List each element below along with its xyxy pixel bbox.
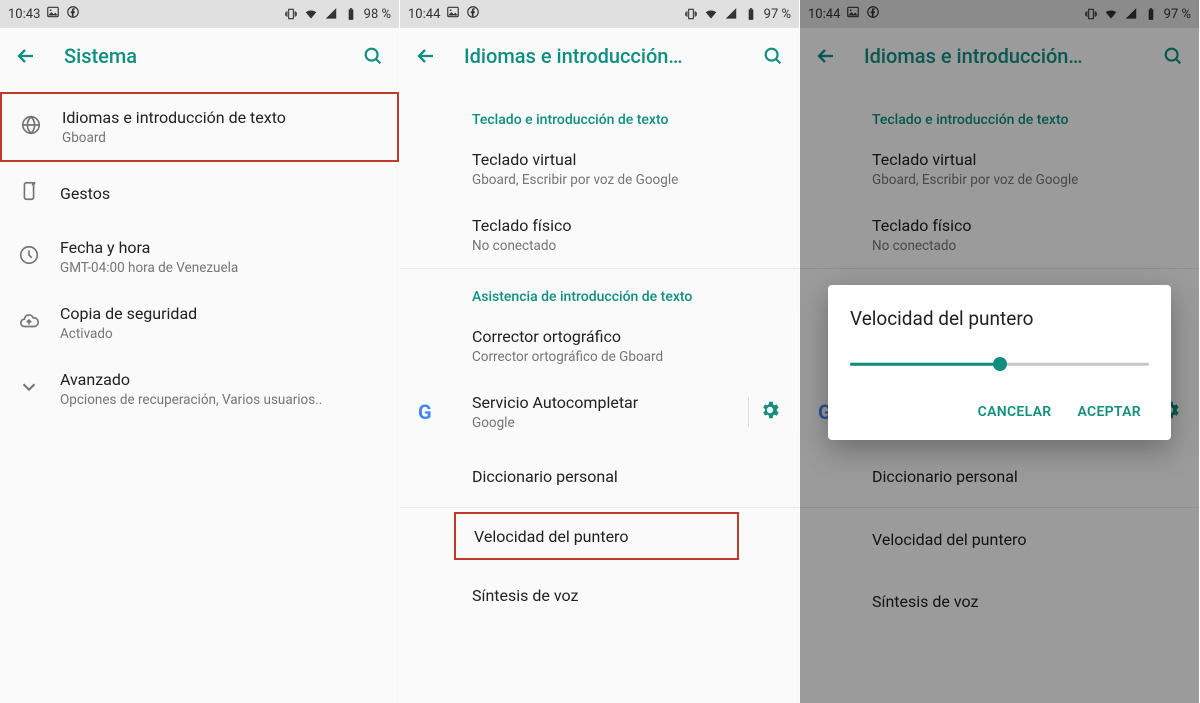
- wifi-icon: [704, 7, 718, 21]
- chevron-down-icon: [18, 376, 40, 402]
- back-button[interactable]: [12, 42, 40, 70]
- battery-icon: [344, 7, 358, 21]
- item-title: Servicio Autocompletar: [472, 393, 738, 412]
- gear-icon[interactable]: [759, 399, 781, 425]
- slider-thumb[interactable]: [993, 357, 1007, 371]
- item-title: Fecha y hora: [60, 238, 381, 257]
- back-button[interactable]: [412, 42, 440, 70]
- divider: [400, 507, 799, 508]
- search-button[interactable]: [759, 42, 787, 70]
- item-physical-keyboard[interactable]: Teclado físico No conectado: [400, 202, 799, 268]
- globe-icon: [20, 114, 42, 140]
- slider-fill: [850, 363, 1000, 366]
- item-spell-checker[interactable]: Corrector ortográfico Corrector ortográf…: [400, 313, 799, 379]
- status-time: 10:43: [8, 7, 40, 22]
- battery-percent: 98 %: [364, 7, 391, 22]
- search-button[interactable]: [359, 42, 387, 70]
- section-keyboard: Teclado e introducción de texto: [400, 92, 799, 136]
- status-bar: 10:43 98 %: [0, 0, 399, 28]
- battery-icon: [744, 7, 758, 21]
- battery-percent: 97 %: [764, 7, 791, 22]
- separator: [748, 397, 749, 427]
- cancel-button[interactable]: CANCELAR: [970, 394, 1060, 430]
- item-subtitle: No conectado: [472, 238, 781, 254]
- app-bar: Idiomas e introducción…: [400, 28, 799, 84]
- notification-image-icon: [446, 5, 460, 23]
- panel-3-dialog: 10:44 97 % Idiomas e introducción… Tecla…: [800, 0, 1200, 703]
- item-subtitle: Opciones de recuperación, Varios usuario…: [60, 392, 381, 408]
- item-title: Avanzado: [60, 370, 381, 389]
- cloud-backup-icon: [18, 310, 40, 336]
- settings-list: Idiomas e introducción de texto Gboard G…: [0, 84, 399, 422]
- dialog-title: Velocidad del puntero: [850, 307, 1149, 330]
- item-tts[interactable]: Síntesis de voz: [400, 564, 799, 626]
- item-date-time[interactable]: Fecha y hora GMT-04:00 hora de Venezuela: [0, 224, 399, 290]
- item-title: Teclado físico: [472, 216, 781, 235]
- notification-facebook-icon: [466, 5, 480, 23]
- item-gestures[interactable]: Gestos: [0, 162, 399, 224]
- status-time: 10:44: [408, 7, 440, 22]
- item-subtitle: Corrector ortográfico de Gboard: [472, 349, 781, 365]
- notification-image-icon: [46, 5, 60, 23]
- panel-1-sistema: 10:43 98 % Sistema: [0, 0, 400, 703]
- item-subtitle: Gboard, Escribir por voz de Google: [472, 172, 781, 188]
- notification-facebook-icon: [66, 5, 80, 23]
- panel-2-idiomas: 10:44 97 % Idiomas e introducción… Tecla…: [400, 0, 800, 703]
- item-personal-dictionary[interactable]: Diccionario personal: [400, 445, 799, 507]
- item-autofill-service[interactable]: G Servicio Autocompletar Google: [400, 379, 799, 445]
- page-title: Sistema: [64, 44, 359, 68]
- item-subtitle: GMT-04:00 hora de Venezuela: [60, 260, 381, 276]
- item-virtual-keyboard[interactable]: Teclado virtual Gboard, Escribir por voz…: [400, 136, 799, 202]
- item-title: Idiomas e introducción de texto: [62, 108, 379, 127]
- section-assist: Asistencia de introducción de texto: [400, 269, 799, 313]
- vibrate-icon: [284, 7, 298, 21]
- item-title: Síntesis de voz: [472, 586, 781, 605]
- item-backup[interactable]: Copia de seguridad Activado: [0, 290, 399, 356]
- app-bar: Sistema: [0, 28, 399, 84]
- item-title: Corrector ortográfico: [472, 327, 781, 346]
- item-languages-input[interactable]: Idiomas e introducción de texto Gboard: [0, 92, 399, 162]
- accept-button[interactable]: ACEPTAR: [1069, 394, 1149, 430]
- item-subtitle: Gboard: [62, 130, 379, 146]
- item-subtitle: Google: [472, 415, 738, 431]
- page-title: Idiomas e introducción…: [464, 44, 759, 68]
- item-title: Velocidad del puntero: [474, 527, 719, 546]
- google-logo-icon: G: [418, 400, 432, 424]
- item-subtitle: Activado: [60, 326, 381, 342]
- wifi-icon: [304, 7, 318, 21]
- item-title: Diccionario personal: [472, 467, 781, 486]
- status-bar: 10:44 97 %: [400, 0, 799, 28]
- pointer-speed-slider[interactable]: [850, 354, 1149, 374]
- gesture-icon: [18, 180, 40, 206]
- vibrate-icon: [684, 7, 698, 21]
- item-title: Teclado virtual: [472, 150, 781, 169]
- settings-list: Teclado e introducción de texto Teclado …: [400, 84, 799, 626]
- item-advanced[interactable]: Avanzado Opciones de recuperación, Vario…: [0, 356, 399, 422]
- pointer-speed-dialog: Velocidad del puntero CANCELAR ACEPTAR: [828, 285, 1171, 440]
- signal-icon: [724, 7, 738, 21]
- item-title: Gestos: [60, 184, 381, 203]
- item-title: Copia de seguridad: [60, 304, 381, 323]
- signal-icon: [324, 7, 338, 21]
- clock-icon: [18, 244, 40, 270]
- item-pointer-speed[interactable]: Velocidad del puntero: [454, 512, 739, 560]
